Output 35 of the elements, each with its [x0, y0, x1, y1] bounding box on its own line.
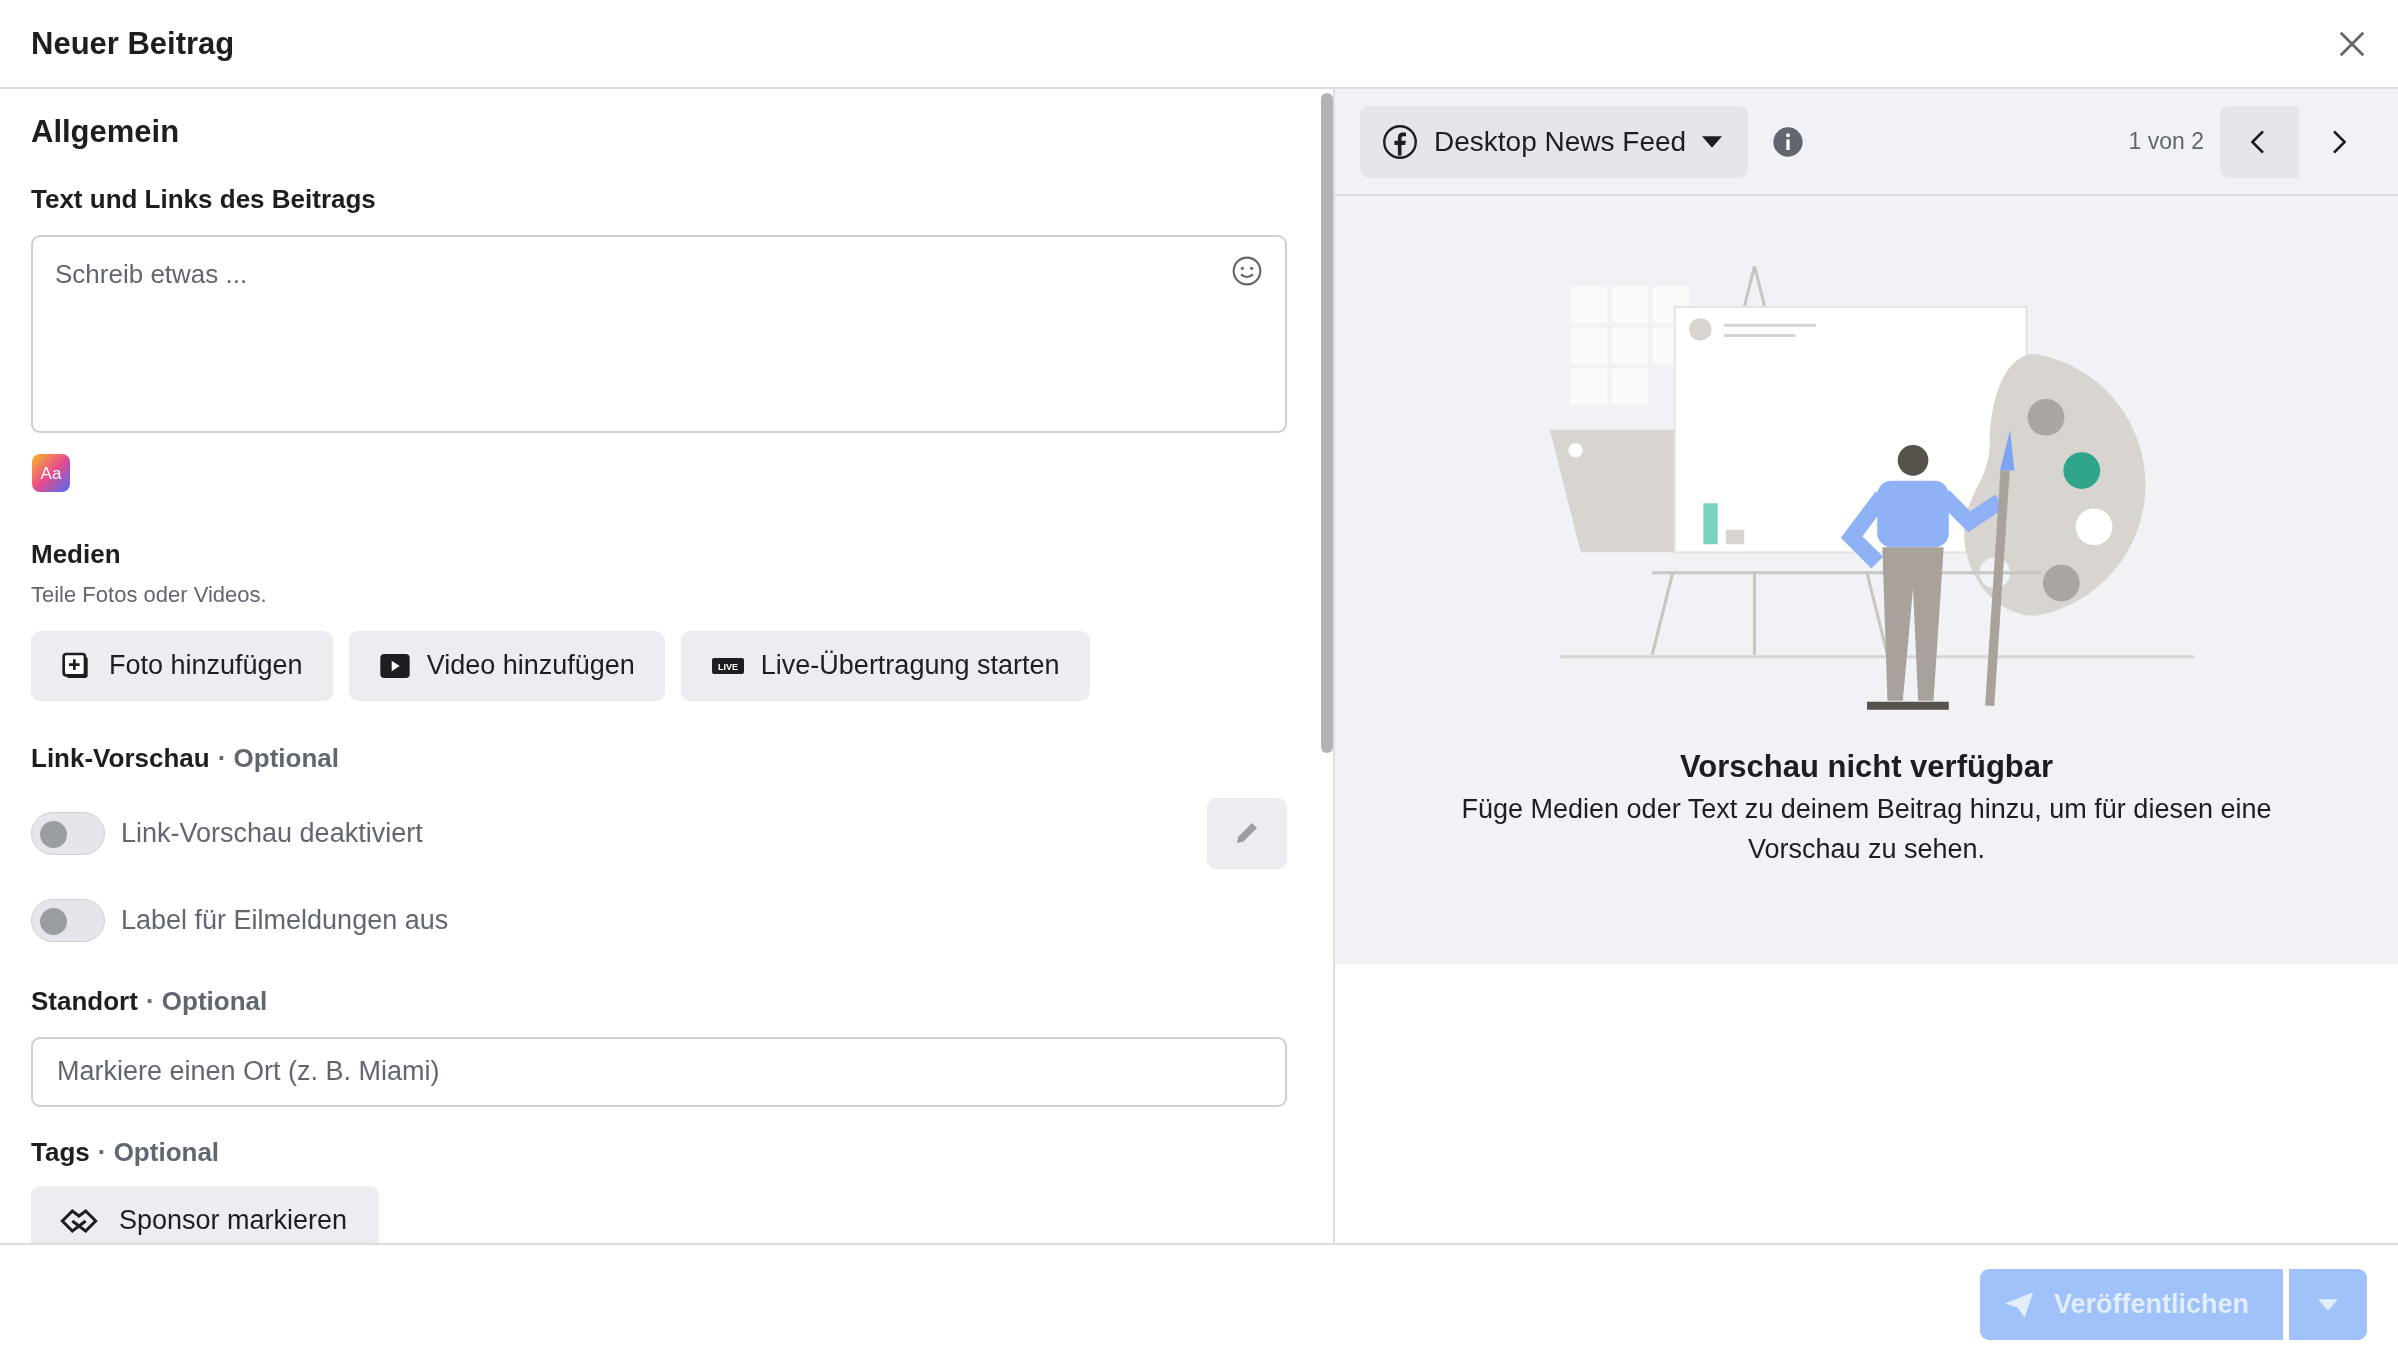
section-label: Tags: [31, 1135, 90, 1169]
placeholder-text: Schreib etwas ...: [55, 257, 248, 291]
preview-unavailable-heading: Vorschau nicht verfügbar: [1679, 748, 2054, 786]
optional-label: · Optional: [97, 1135, 220, 1169]
preview-unavailable-text: Füge Medien oder Text zu deinem Beitrag hinzu, um für diesen eine Vorschau zu sehen.: [1460, 793, 2273, 867]
section-label: Link-Vorschau: [31, 741, 210, 775]
optional-label: · Optional: [217, 741, 339, 775]
add-media-button[interactable]: LIVE Live-Übertragung starten: [680, 630, 1090, 701]
toggle-label: Label für Eilmeldungen aus: [121, 903, 449, 937]
field-label: Text und Links des Beitrags: [31, 182, 377, 216]
location-input-field[interactable]: Markiere einen Ort (z. B. Miami): [31, 1036, 1287, 1107]
toggle-switch[interactable]: [31, 898, 105, 942]
toggle-switch[interactable]: [31, 811, 105, 855]
add-media-button[interactable]: Video hinzufügen: [348, 630, 665, 701]
page-counter: 1 von 2: [2128, 127, 2204, 157]
caret-down-icon: [2318, 1299, 2338, 1312]
section-label: Medien: [31, 537, 122, 571]
section-label: Standort: [31, 984, 138, 1018]
post-text-field[interactable]: Schreib etwas ...: [31, 234, 1287, 433]
add-media-button[interactable]: Foto hinzufügen: [31, 630, 333, 701]
live-badge-icon: LIVE: [710, 655, 745, 676]
section-description: Teile Fotos oder Videos.: [31, 580, 268, 609]
caret-down-icon: [1702, 135, 1723, 148]
placement-dropdown[interactable]: Desktop News Feed: [1360, 105, 1749, 178]
toggle-label: Link-Vorschau deaktiviert: [121, 816, 423, 850]
section-heading: Allgemein: [31, 113, 181, 151]
publish-options-button[interactable]: [2289, 1269, 2367, 1340]
facebook-logo-icon: [1382, 123, 1418, 160]
edit-button[interactable]: [1207, 797, 1287, 869]
optional-label: · Optional: [145, 984, 268, 1018]
info-icon[interactable]: [1772, 125, 1805, 158]
scrollbar-thumb[interactable]: [1321, 93, 1333, 753]
dialog-title: Neuer Beitrag: [31, 24, 235, 63]
emoji-icon: [1231, 254, 1263, 287]
tag-sponsor-button[interactable]: Sponsor markieren: [31, 1185, 380, 1243]
